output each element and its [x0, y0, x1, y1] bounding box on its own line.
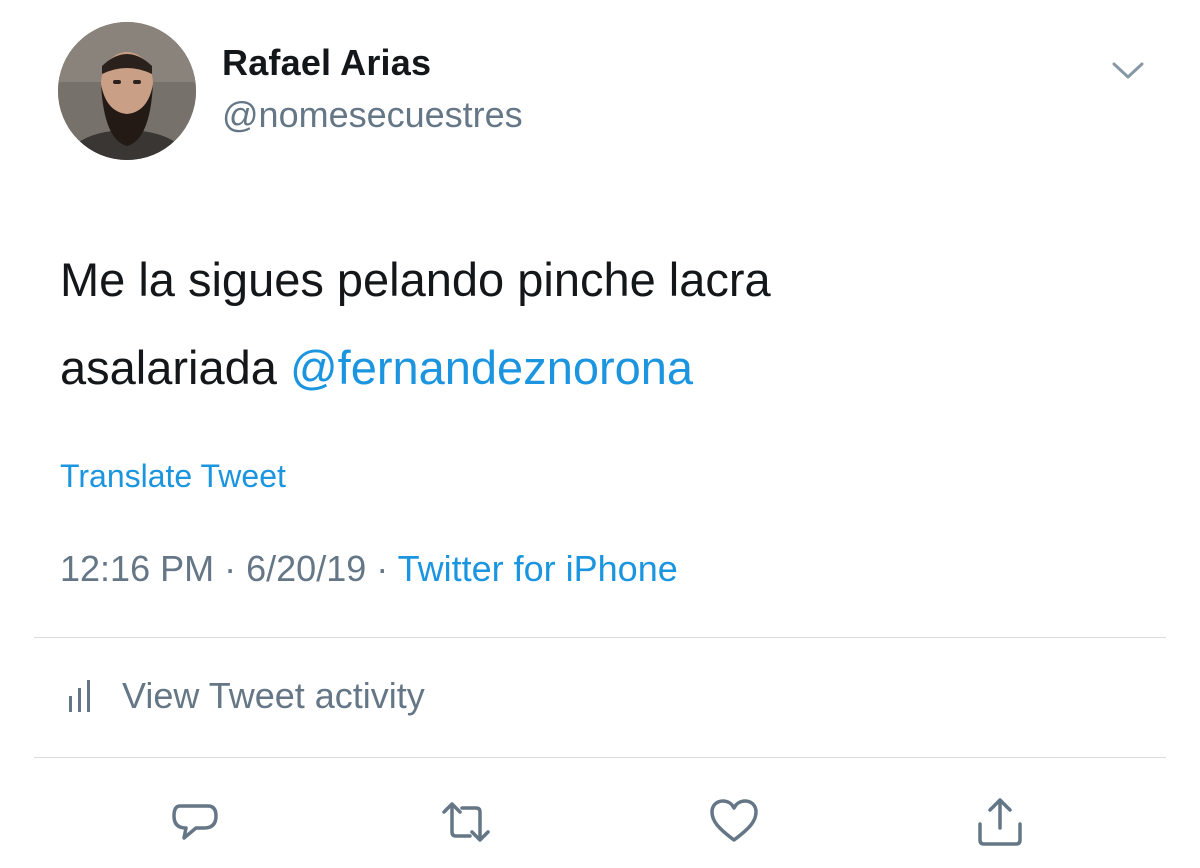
like-button[interactable]: [706, 794, 762, 850]
reply-button[interactable]: [166, 794, 222, 850]
avatar[interactable]: [58, 22, 196, 160]
chevron-down-icon[interactable]: [1110, 56, 1146, 84]
share-button[interactable]: [972, 794, 1028, 850]
tweet-meta: 12:16 PM · 6/20/19 · Twitter for iPhone: [60, 548, 678, 590]
divider: [34, 637, 1166, 638]
heart-icon: [710, 799, 758, 842]
meta-separator: ·: [224, 548, 237, 589]
tweet-source-link[interactable]: Twitter for iPhone: [398, 548, 678, 589]
tweet-text-line2-prefix: asalariada: [60, 341, 290, 394]
mention-link[interactable]: @fernandeznorona: [290, 341, 693, 394]
tweet-text: Me la sigues pelando pinche lacra asalar…: [60, 236, 1160, 412]
share-icon: [978, 798, 1022, 846]
retweet-button[interactable]: [438, 794, 494, 850]
translate-tweet-link[interactable]: Translate Tweet: [60, 458, 286, 495]
meta-separator: ·: [376, 548, 389, 589]
reply-icon: [172, 804, 218, 840]
divider: [34, 757, 1166, 758]
tweet-time: 12:16 PM: [60, 548, 215, 589]
tweet-text-line2: asalariada @fernandeznorona: [60, 324, 1160, 412]
tweet-text-line1: Me la sigues pelando pinche lacra: [60, 253, 771, 306]
author-display-name[interactable]: Rafael Arias: [222, 42, 431, 84]
bar-chart-icon: [69, 680, 90, 712]
retweet-icon: [442, 802, 490, 842]
author-handle[interactable]: @nomesecuestres: [222, 94, 523, 136]
tweet-date: 6/20/19: [246, 548, 367, 589]
view-tweet-activity-button[interactable]: View Tweet activity: [66, 674, 425, 718]
view-tweet-activity-label: View Tweet activity: [122, 675, 425, 716]
avatar-image: [58, 22, 196, 160]
